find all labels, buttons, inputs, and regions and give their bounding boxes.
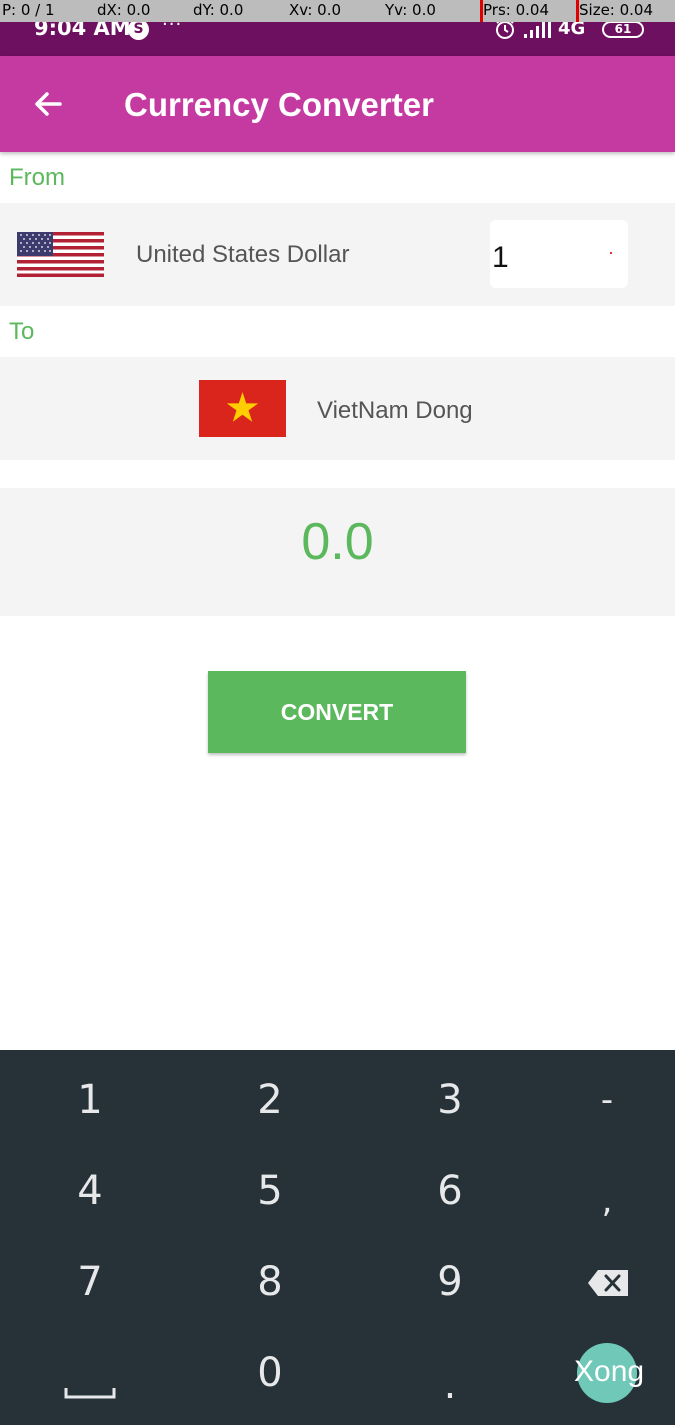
overlay-pointer: P: 0 / 1 xyxy=(2,1,55,19)
amount-input[interactable] xyxy=(490,220,628,288)
key-4[interactable]: 4 xyxy=(0,1146,180,1236)
overlay-dx: dX: 0.0 xyxy=(97,1,151,19)
key-1[interactable]: 1 xyxy=(0,1055,180,1145)
page-title: Currency Converter xyxy=(124,86,434,123)
result-panel: 0.0 xyxy=(0,488,675,616)
to-currency-name: VietNam Dong xyxy=(317,397,473,424)
key-5[interactable]: 5 xyxy=(180,1146,360,1236)
skype-icon: S xyxy=(128,19,149,40)
key-comma[interactable]: , xyxy=(517,1156,675,1246)
key-3[interactable]: 3 xyxy=(360,1055,540,1145)
key-minus[interactable]: - xyxy=(517,1055,675,1145)
pointer-location-overlay: P: 0 / 1 dX: 0.0 dY: 0.0 Xv: 0.0 Yv: 0.0… xyxy=(0,0,675,22)
done-label: Xong xyxy=(574,1355,645,1388)
numeric-keyboard: 1 2 3 - 4 5 6 , 7 8 9 0 . Xong xyxy=(0,1050,675,1425)
battery-icon: 61 xyxy=(602,21,644,38)
key-0[interactable]: 0 xyxy=(180,1328,360,1418)
key-7[interactable]: 7 xyxy=(0,1237,180,1327)
overlay-yv: Yv: 0.0 xyxy=(385,1,436,19)
touch-indicator xyxy=(610,252,612,254)
converted-result: 0.0 xyxy=(301,513,374,571)
key-9[interactable]: 9 xyxy=(360,1237,540,1327)
convert-button[interactable]: CONVERT xyxy=(208,671,466,753)
us-flag-icon xyxy=(17,232,104,277)
overlay-size: Size: 0.04 xyxy=(579,1,654,19)
back-arrow-icon[interactable] xyxy=(30,86,66,122)
from-label: From xyxy=(9,164,65,191)
key-period[interactable]: . xyxy=(360,1340,540,1425)
space-key-icon[interactable] xyxy=(64,1385,116,1401)
key-8[interactable]: 8 xyxy=(180,1237,360,1327)
to-currency-row[interactable]: VietNam Dong xyxy=(0,357,675,460)
overlay-xv: Xv: 0.0 xyxy=(289,1,342,19)
signal-icon xyxy=(524,20,551,38)
to-label: To xyxy=(9,318,35,345)
overlay-dy: dY: 0.0 xyxy=(193,1,244,19)
vietnam-flag-icon xyxy=(199,380,286,437)
backspace-icon[interactable] xyxy=(586,1268,630,1298)
key-2[interactable]: 2 xyxy=(180,1055,360,1145)
overlay-prs: Prs: 0.04 xyxy=(483,1,549,19)
from-currency-name: United States Dollar xyxy=(136,241,350,268)
key-6[interactable]: 6 xyxy=(360,1146,540,1236)
app-bar: Currency Converter xyxy=(0,56,675,152)
